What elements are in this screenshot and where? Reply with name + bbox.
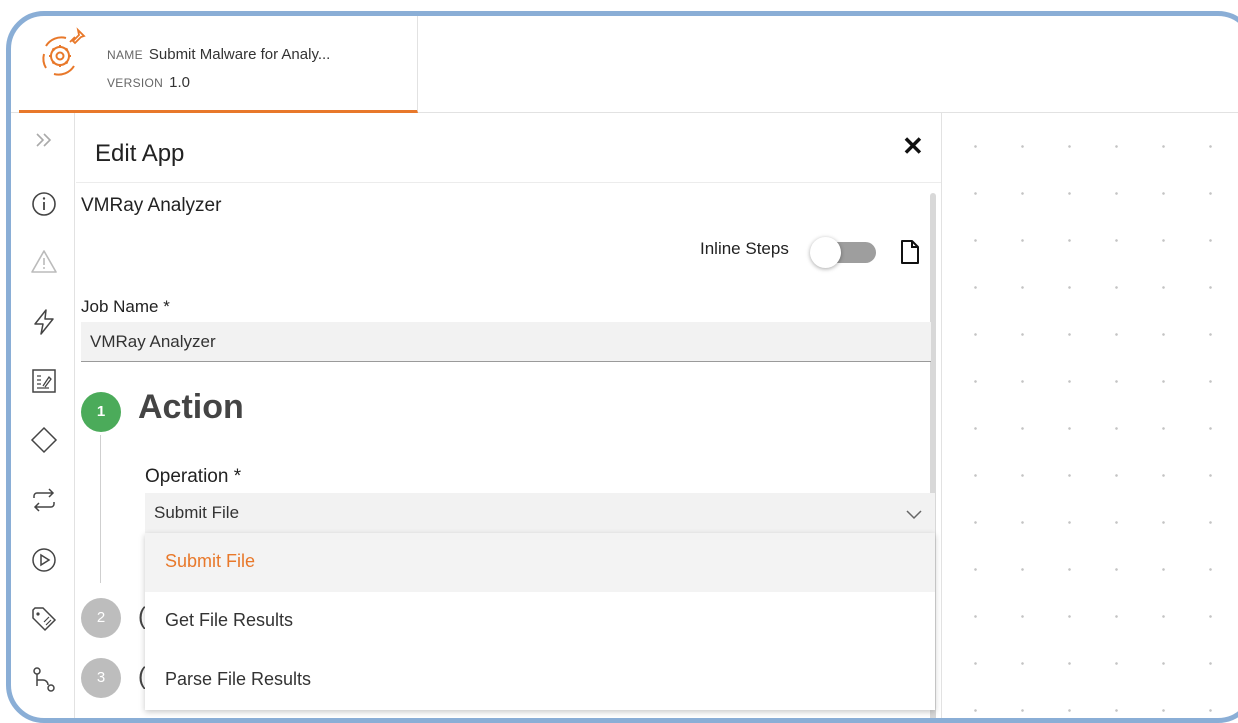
chevron-down-icon xyxy=(906,510,922,520)
expand-icon[interactable] xyxy=(29,125,59,155)
option-label: Parse File Results xyxy=(165,669,312,689)
app-name-tab[interactable]: NAME Submit Malware for Analy... VERSION 1… xyxy=(19,16,418,113)
step-number-1: 1 xyxy=(81,392,121,432)
step-connector xyxy=(100,435,101,583)
document-icon[interactable] xyxy=(899,239,921,265)
operation-select[interactable]: Submit File xyxy=(145,493,935,535)
inline-steps-label: Inline Steps xyxy=(700,239,789,258)
operation-dropdown: Submit File Get File Results Parse File … xyxy=(145,533,935,710)
operation-selected-value: Submit File xyxy=(154,503,240,522)
loop-icon[interactable] xyxy=(29,485,59,515)
tag-icon[interactable] xyxy=(29,604,59,634)
job-name-label: Job Name * xyxy=(81,297,170,316)
step-number-2: 2 xyxy=(81,598,121,638)
job-name-input[interactable] xyxy=(81,322,931,362)
workflow-canvas[interactable] xyxy=(941,113,1238,718)
header: NAME Submit Malware for Analy... VERSION 1… xyxy=(11,16,1238,113)
app-name-value: Submit Malware for Analy... xyxy=(148,46,331,63)
close-button[interactable]: ✕ xyxy=(902,131,924,162)
warning-icon[interactable] xyxy=(29,247,59,277)
app-window: NAME Submit Malware for Analy... VERSION 1… xyxy=(6,11,1238,723)
lightning-icon[interactable] xyxy=(29,307,59,337)
option-get-file-results[interactable]: Get File Results xyxy=(145,592,935,651)
app-name-label: VMRay Analyzer xyxy=(81,195,222,216)
edit-app-panel: Edit App ✕ VMRay Analyzer Inline Steps J… xyxy=(76,113,941,718)
step-title-action: Action xyxy=(138,388,244,426)
app-version-value: 1.0 xyxy=(169,74,190,91)
panel-title: Edit App xyxy=(95,140,185,167)
play-icon[interactable] xyxy=(29,545,59,575)
branch-icon[interactable] xyxy=(29,664,59,694)
diamond-icon[interactable] xyxy=(29,425,59,455)
app-meta: NAME Submit Malware for Analy... VERSION 1… xyxy=(107,41,330,97)
version-key: VERSION xyxy=(107,76,164,90)
inline-steps-toggle[interactable] xyxy=(810,237,876,268)
option-submit-file[interactable]: Submit File xyxy=(145,533,935,592)
option-parse-file-results[interactable]: Parse File Results xyxy=(145,651,935,710)
info-icon[interactable] xyxy=(29,189,59,219)
divider xyxy=(76,182,941,183)
report-icon[interactable] xyxy=(29,366,59,396)
operation-label: Operation * xyxy=(145,466,242,487)
app-settings-icon xyxy=(42,27,86,76)
option-label: Submit File xyxy=(165,551,256,571)
name-key: NAME xyxy=(107,48,143,62)
left-rail xyxy=(11,113,75,718)
step-number-3: 3 xyxy=(81,658,121,698)
toggle-knob xyxy=(810,237,841,268)
option-label: Get File Results xyxy=(165,610,294,630)
